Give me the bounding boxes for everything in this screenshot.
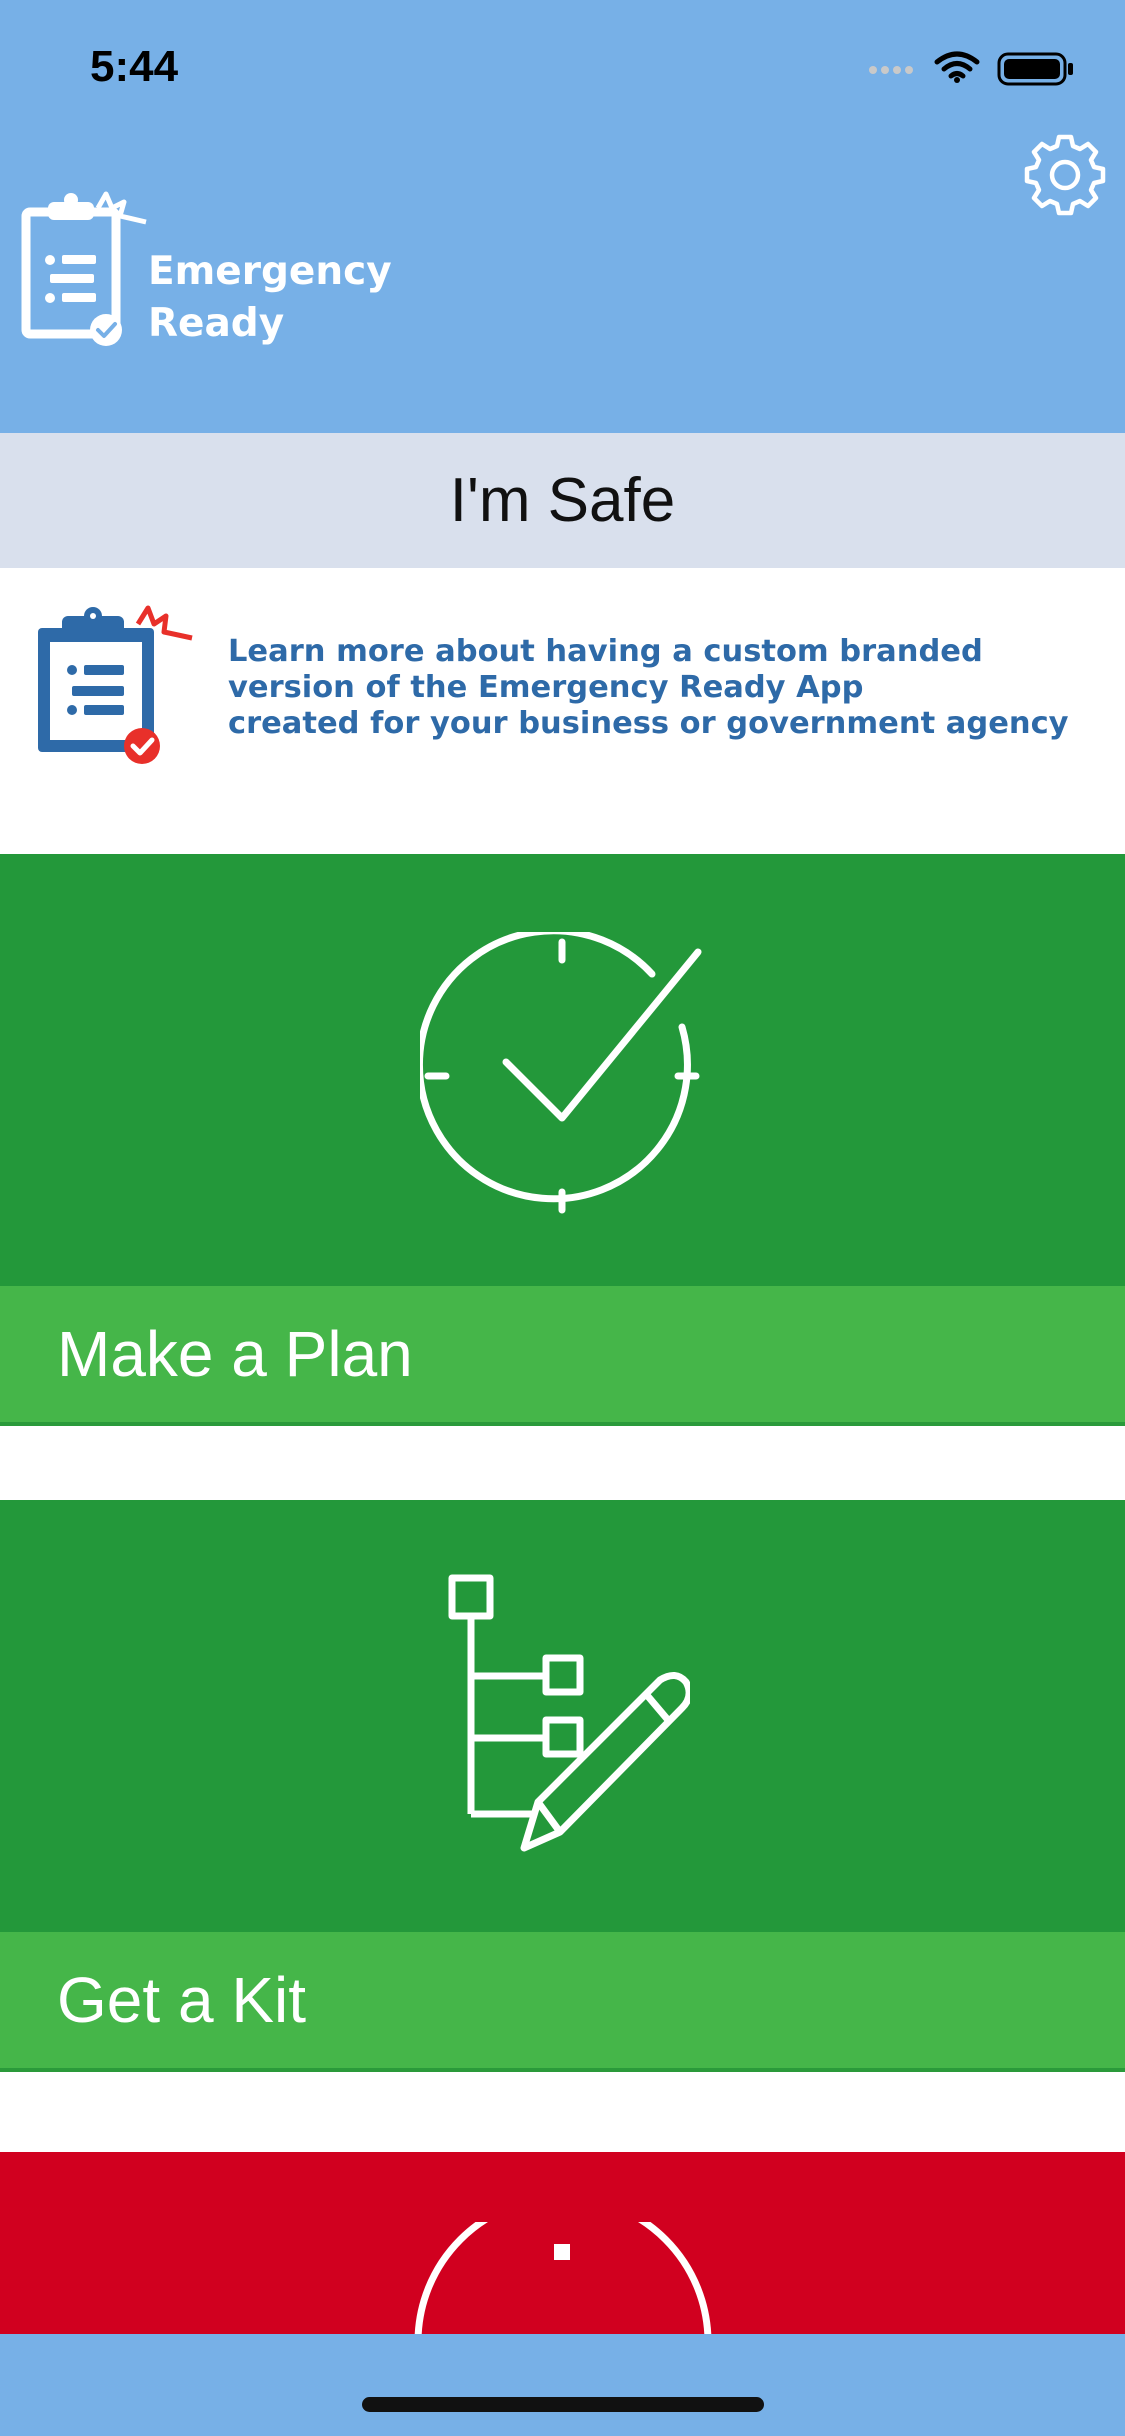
- clipboard-promo-icon: [38, 605, 193, 764]
- promo-text: Learn more about having a custom branded…: [228, 634, 1118, 742]
- app-screen: 5:44 Emergency Ready I'm Safe Learn more…: [0, 0, 1125, 2436]
- tile-get-a-kit-image: [0, 1500, 1125, 1932]
- tile-get-a-kit[interactable]: Get a Kit: [0, 1500, 1125, 2072]
- status-time: 5:44: [90, 42, 179, 91]
- app-name-line1: Emergency: [148, 249, 392, 294]
- clipboard-logo-icon: [21, 191, 147, 346]
- bottom-bar: [0, 2334, 1125, 2436]
- header: 5:44 Emergency Ready: [0, 0, 1125, 433]
- promo-line1: Learn more about having a custom branded: [228, 634, 983, 669]
- promo-banner[interactable]: Learn more about having a custom branded…: [0, 568, 1125, 854]
- signal-icon: [869, 66, 913, 74]
- im-safe-button[interactable]: I'm Safe: [0, 433, 1125, 568]
- tile-red[interactable]: [0, 2152, 1125, 2334]
- home-indicator[interactable]: [362, 2397, 764, 2412]
- status-icons: [865, 48, 1085, 88]
- gear-icon: [1024, 134, 1106, 216]
- wifi-icon: [934, 51, 980, 83]
- app-name: Emergency Ready: [148, 246, 448, 350]
- tile-red-image: [0, 2152, 1125, 2334]
- promo-line3: created for your business or government …: [228, 706, 1069, 741]
- promo-line2: version of the Emergency Ready App: [228, 670, 864, 705]
- app-logo: [20, 188, 150, 348]
- settings-button[interactable]: [1024, 134, 1106, 216]
- alarm-clock-icon: [414, 2222, 712, 2334]
- app-name-line2: Ready: [148, 301, 285, 346]
- tile-make-a-plan-image: [0, 854, 1125, 1286]
- tile-make-a-plan-label: Make a Plan: [0, 1286, 1125, 1426]
- checklist-pencil-icon: [448, 1574, 690, 1852]
- status-icons-svg: [869, 51, 1073, 86]
- promo-logo: [32, 604, 202, 764]
- tile-get-a-kit-label: Get a Kit: [0, 1932, 1125, 2072]
- tile-make-a-plan[interactable]: Make a Plan: [0, 854, 1125, 1426]
- battery-icon: [997, 52, 1073, 86]
- clock-check-icon: [420, 932, 702, 1214]
